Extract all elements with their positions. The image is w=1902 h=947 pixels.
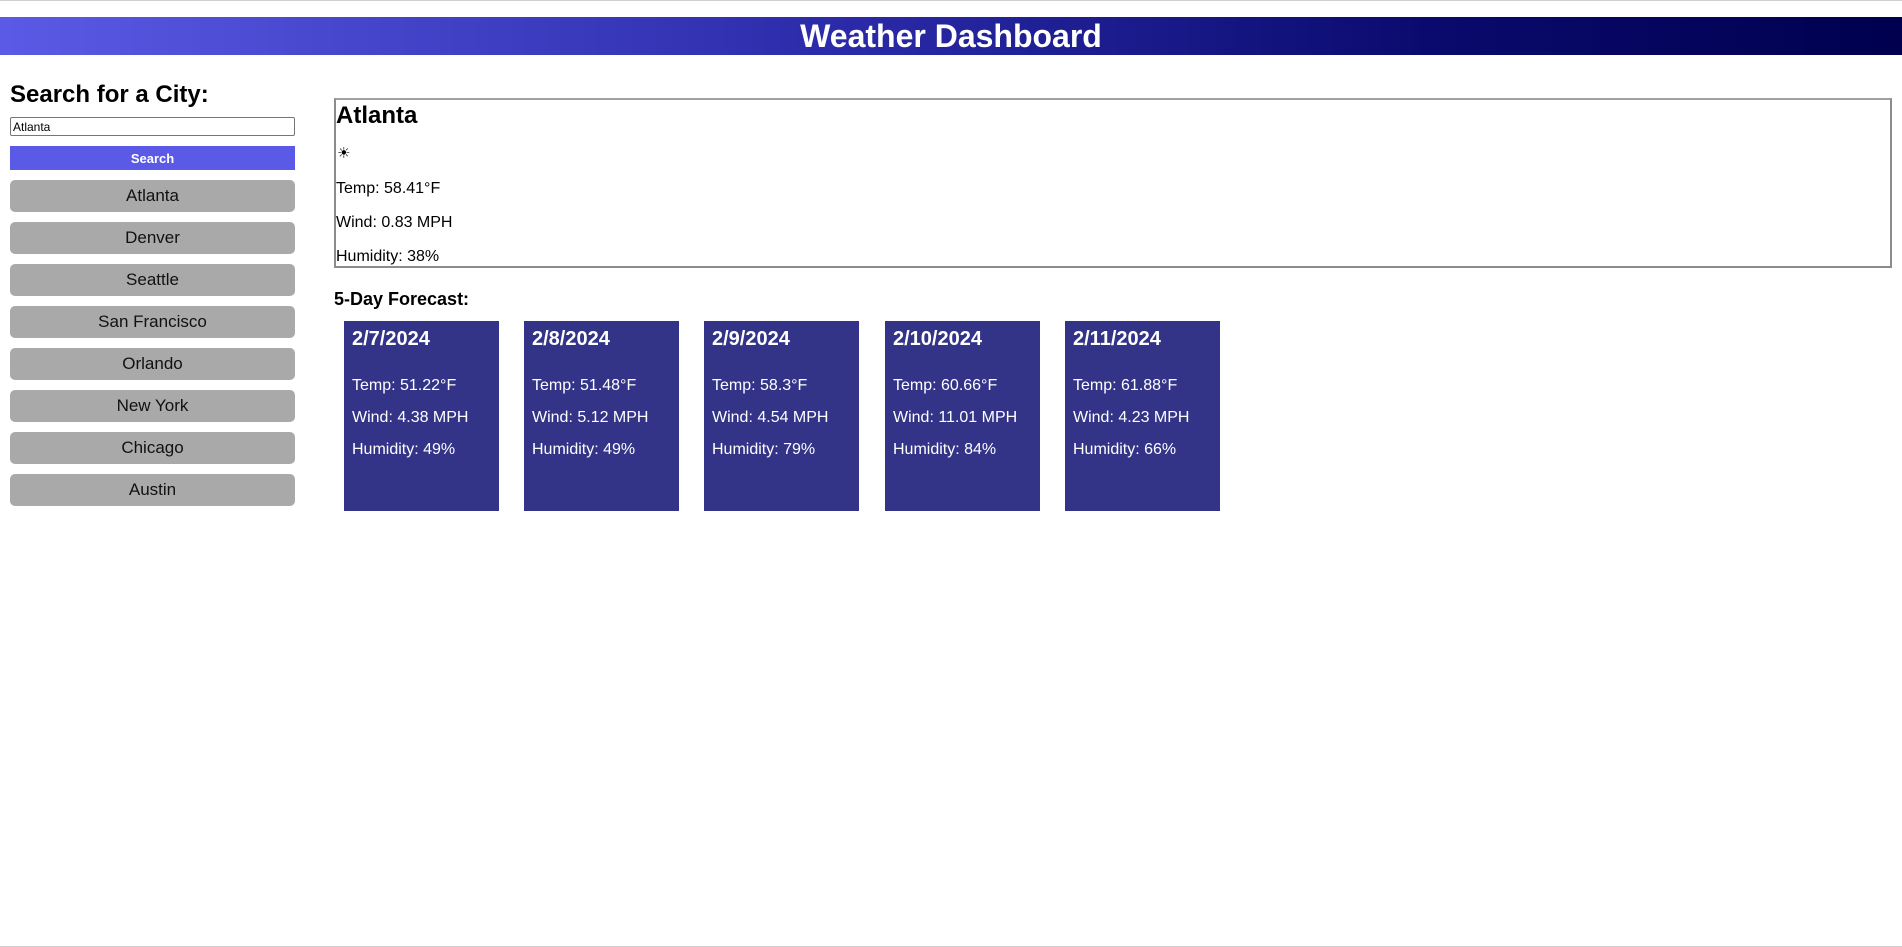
forecast-date: 2/10/2024	[893, 328, 982, 350]
page-title: Weather Dashboard	[800, 18, 1102, 54]
city-search-input[interactable]	[10, 117, 295, 136]
forecast-date: 2/11/2024	[1073, 328, 1161, 350]
current-temp: Temp: 58.41°F	[336, 180, 441, 197]
search-history-list: Atlanta Denver Seattle San Francisco Orl…	[10, 180, 295, 506]
forecast-wind: Wind: 5.12 MPH	[532, 409, 649, 426]
forecast-temp: Temp: 51.48°F	[532, 377, 637, 394]
current-city-name: Atlanta	[336, 102, 418, 129]
current-humidity: Humidity: 38%	[336, 248, 440, 265]
forecast-temp: Temp: 51.22°F	[352, 377, 457, 394]
search-heading: Search for a City:	[10, 81, 209, 108]
header-bar: Weather Dashboard	[0, 17, 1902, 55]
search-button[interactable]: Search	[10, 146, 295, 170]
history-city-button[interactable]: Atlanta	[10, 180, 295, 212]
forecast-date: 2/7/2024	[352, 328, 430, 350]
sidebar: Search for a City: Search Atlanta Denver…	[10, 79, 295, 516]
forecast-humidity: Humidity: 79%	[712, 441, 816, 458]
history-city-button[interactable]: Seattle	[10, 264, 295, 296]
sun-icon: ☀	[337, 145, 351, 162]
history-city-button[interactable]: Chicago	[10, 432, 295, 464]
current-wind: Wind: 0.83 MPH	[336, 214, 453, 231]
current-weather-panel: Atlanta ☀ Temp: 58.41°F Wind: 0.83 MPH H…	[334, 98, 1892, 268]
forecast-temp: Temp: 58.3°F	[712, 377, 808, 394]
history-city-button[interactable]: New York	[10, 390, 295, 422]
forecast-date: 2/8/2024	[532, 328, 610, 350]
forecast-humidity: Humidity: 49%	[532, 441, 636, 458]
history-city-button[interactable]: Orlando	[10, 348, 295, 380]
page: Weather Dashboard Search for a City: Sea…	[0, 0, 1902, 947]
forecast-humidity: Humidity: 84%	[893, 441, 997, 458]
history-city-button[interactable]: San Francisco	[10, 306, 295, 338]
forecast-humidity: Humidity: 49%	[352, 441, 456, 458]
forecast-wind: Wind: 11.01 MPH	[893, 409, 1018, 426]
forecast-card: 2/8/2024 Temp: 51.48°F Wind: 5.12 MPH Hu…	[524, 321, 679, 511]
history-city-button[interactable]: Austin	[10, 474, 295, 506]
forecast-heading: 5-Day Forecast:	[334, 289, 470, 309]
forecast-temp: Temp: 61.88°F	[1073, 377, 1178, 394]
forecast-wind: Wind: 4.54 MPH	[712, 409, 829, 426]
forecast-wind: Wind: 4.23 MPH	[1073, 409, 1190, 426]
forecast-temp: Temp: 60.66°F	[893, 377, 998, 394]
forecast-humidity: Humidity: 66%	[1073, 441, 1177, 458]
forecast-date: 2/9/2024	[712, 328, 790, 350]
forecast-wind: Wind: 4.38 MPH	[352, 409, 469, 426]
forecast-card: 2/7/2024 Temp: 51.22°F Wind: 4.38 MPH Hu…	[344, 321, 499, 511]
history-city-button[interactable]: Denver	[10, 222, 295, 254]
forecast-card: 2/11/2024 Temp: 61.88°F Wind: 4.23 MPH H…	[1065, 321, 1220, 511]
forecast-card: 2/9/2024 Temp: 58.3°F Wind: 4.54 MPH Hum…	[704, 321, 859, 511]
forecast-card: 2/10/2024 Temp: 60.66°F Wind: 11.01 MPH …	[885, 321, 1040, 511]
